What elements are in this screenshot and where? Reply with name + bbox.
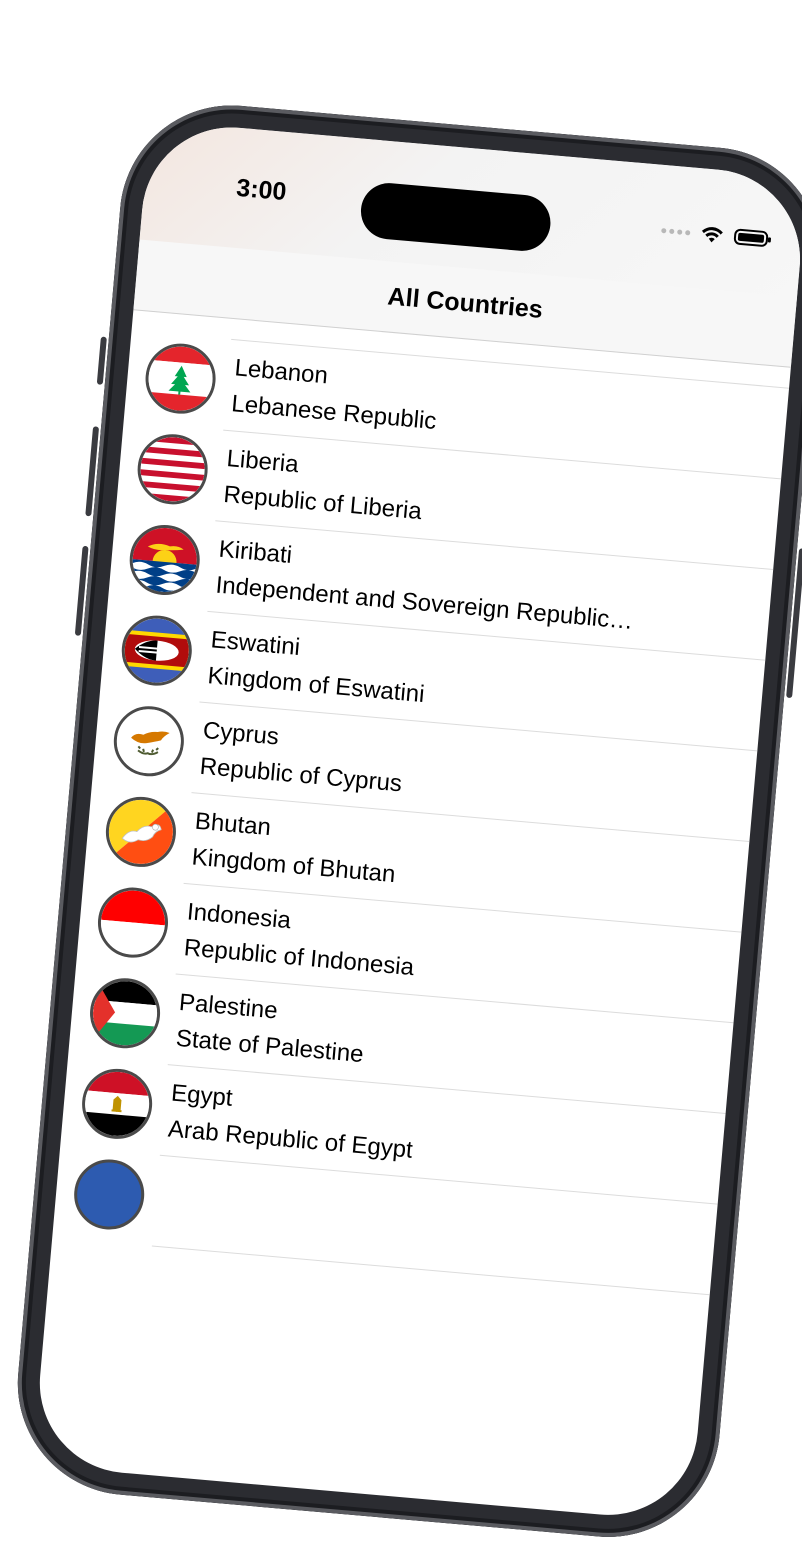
eswatini-flag-icon (118, 612, 195, 689)
lebanon-flag-icon (142, 340, 219, 417)
country-official-name: Arab Republic of Egypt (166, 1115, 414, 1164)
country-list[interactable]: Lebanon Lebanese Republic Liberia Republ… (52, 309, 791, 1295)
country-official-name: Republic of Indonesia (182, 934, 416, 982)
status-time: 3:00 (235, 173, 288, 207)
country-name: Kiribati (217, 535, 294, 569)
country-name: Liberia (225, 445, 300, 479)
screen: 3:00 All Countries Lebanon Lebanese Repu… (32, 120, 802, 1523)
bhutan-flag-icon (103, 794, 179, 870)
country-name: Lebanon (233, 354, 329, 390)
country-official-name: Kingdom of Bhutan (190, 843, 397, 889)
country-name: Bhutan (193, 807, 273, 842)
country-name: Cyprus (201, 716, 280, 751)
wifi-icon (701, 227, 723, 243)
battery-icon (733, 228, 769, 248)
country-name: Eswatini (209, 626, 302, 662)
liberia-flag-icon (134, 431, 211, 508)
phone-device: 3:00 All Countries Lebanon Lebanese Repu… (8, 96, 802, 1547)
cellular-signal-icon (661, 227, 691, 236)
country-official-name: State of Palestine (174, 1024, 365, 1069)
cyprus-flag-icon (110, 703, 187, 780)
next-country-flag-icon (71, 1156, 148, 1233)
page-title: All Countries (386, 281, 544, 324)
country-name: Palestine (178, 988, 279, 1025)
dynamic-island (358, 180, 553, 254)
palestine-flag-icon (87, 975, 163, 1052)
country-official-name: Republic of Cyprus (198, 752, 404, 798)
egypt-flag-icon (79, 1065, 156, 1142)
status-icons (661, 221, 769, 248)
country-official-name: Lebanese Republic (230, 390, 438, 436)
country-official-name: Republic of Liberia (222, 480, 423, 526)
kiribati-flag-icon (126, 522, 203, 598)
country-name: Indonesia (185, 898, 293, 935)
indonesia-flag-icon (95, 884, 171, 961)
country-name: Egypt (170, 1079, 234, 1112)
country-official-name: Kingdom of Eswatini (206, 662, 426, 709)
